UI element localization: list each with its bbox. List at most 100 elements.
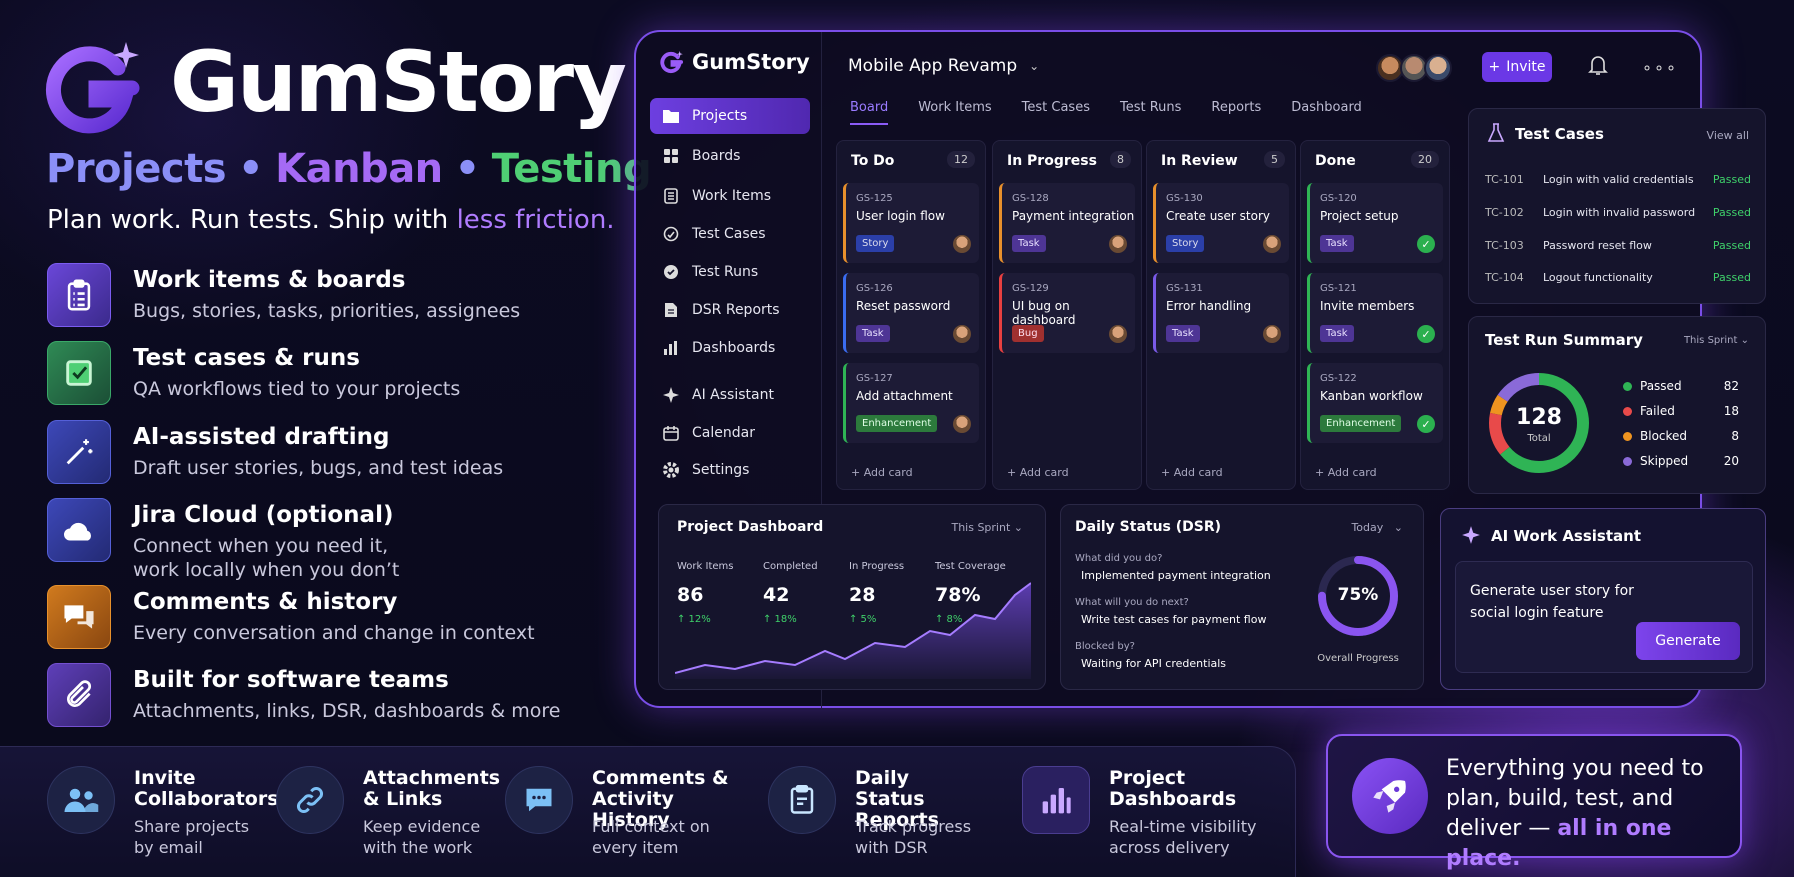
tagline-projects: Projects bbox=[46, 146, 227, 192]
kanban-column-done: Done 20 GS-120 Project setup Task ✓ GS-121 In… bbox=[1300, 140, 1450, 490]
column-title: To Do bbox=[851, 153, 895, 169]
check-icon: ✓ bbox=[1417, 235, 1435, 253]
project-selector[interactable]: Mobile App Revamp ⌄ bbox=[848, 56, 1039, 76]
tab-board[interactable]: Board bbox=[850, 100, 889, 125]
rocket-icon bbox=[1352, 758, 1428, 834]
app-logo-text: GumStory bbox=[692, 50, 810, 74]
dsr-question: Blocked by? bbox=[1075, 641, 1135, 652]
add-card-button[interactable]: + Add card bbox=[1315, 466, 1377, 479]
subtagline: Plan work. Run tests. Ship with less fri… bbox=[47, 205, 615, 235]
test-case-row[interactable]: TC-104 Logout functionality Passed bbox=[1485, 271, 1751, 284]
feature-title: Comments & history bbox=[133, 589, 398, 615]
sidebar-item-projects[interactable]: Projects bbox=[650, 98, 810, 134]
check-icon: ✓ bbox=[1417, 325, 1435, 343]
sidebar-item-calendar[interactable]: Calendar bbox=[650, 415, 810, 451]
sidebar-item-boards[interactable]: Boards bbox=[650, 138, 810, 174]
bell-icon[interactable] bbox=[1588, 54, 1608, 80]
tab-test-cases[interactable]: Test Cases bbox=[1022, 100, 1090, 125]
tagline-testing: Testing bbox=[491, 146, 652, 192]
sidebar-item-ai-assistant[interactable]: AI Assistant bbox=[650, 377, 810, 413]
sidebar-item-test-cases[interactable]: Test Cases bbox=[650, 216, 810, 252]
sprint-filter-select[interactable]: This Sprint ⌄ bbox=[951, 521, 1023, 534]
kanban-card[interactable]: GS-129 UI bug on dashboard Bug bbox=[999, 273, 1135, 353]
test-case-name: Logout functionality bbox=[1543, 271, 1653, 284]
feature-title: AI-assisted drafting bbox=[133, 424, 390, 450]
bottom-feature: Comments & Activity History Full context… bbox=[505, 764, 745, 864]
kanban-card[interactable]: GS-131 Error handling Task bbox=[1153, 273, 1289, 353]
view-all-link[interactable]: View all bbox=[1707, 129, 1749, 142]
test-case-row[interactable]: TC-103 Password reset flow Passed bbox=[1485, 239, 1751, 252]
bottom-feature-desc: Track progress with DSR bbox=[855, 817, 972, 857]
generate-button[interactable]: Generate bbox=[1636, 622, 1740, 660]
kanban-card[interactable]: GS-121 Invite members Task ✓ bbox=[1307, 273, 1443, 353]
cta-text: Everything you need to plan, build, test… bbox=[1446, 754, 1736, 874]
date-filter-select[interactable]: Today ⌄ bbox=[1351, 521, 1403, 534]
feature-desc: Bugs, stories, tasks, priorities, assign… bbox=[133, 300, 521, 322]
card-title: Project setup bbox=[1320, 209, 1399, 223]
bottom-feature: Invite Collaborators Share projects by e… bbox=[47, 764, 279, 864]
card-tag: Task bbox=[856, 325, 890, 342]
app-logo[interactable]: GumStory bbox=[660, 50, 810, 74]
sidebar-item-test-runs[interactable]: Test Runs bbox=[650, 254, 810, 290]
status-badge: Passed bbox=[1712, 239, 1751, 252]
kanban-card[interactable]: GS-120 Project setup Task ✓ bbox=[1307, 183, 1443, 263]
panel-title: Test Cases bbox=[1515, 125, 1604, 143]
tab-dashboard[interactable]: Dashboard bbox=[1291, 100, 1362, 125]
column-count: 20 bbox=[1411, 151, 1439, 168]
flask-icon bbox=[662, 225, 680, 243]
add-card-button[interactable]: + Add card bbox=[1007, 466, 1069, 479]
feature-desc: Attachments, links, DSR, dashboards & mo… bbox=[133, 700, 561, 722]
project-name: Mobile App Revamp bbox=[848, 56, 1018, 76]
cloud-icon bbox=[47, 498, 111, 562]
sidebar-item-dashboards[interactable]: Dashboards bbox=[650, 330, 810, 366]
add-card-button[interactable]: + Add card bbox=[851, 466, 913, 479]
legend-label: Failed bbox=[1640, 404, 1675, 418]
kanban-card[interactable]: GS-126 Reset password Task bbox=[843, 273, 979, 353]
test-case-id: TC-102 bbox=[1485, 206, 1524, 219]
kanban-card[interactable]: GS-127 Add attachment Enhancement bbox=[843, 363, 979, 443]
tab-reports[interactable]: Reports bbox=[1211, 100, 1261, 125]
bottom-feature-desc: Keep evidence with the work bbox=[363, 817, 481, 857]
sidebar-item-work-items[interactable]: Work Items bbox=[650, 178, 810, 214]
kanban-card[interactable]: GS-128 Payment integration Task bbox=[999, 183, 1135, 263]
kanban-card[interactable]: GS-125 User login flow Story bbox=[843, 183, 979, 263]
sprint-filter-select[interactable]: This Sprint ⌄ bbox=[1684, 335, 1749, 346]
sidebar-item-settings[interactable]: Settings bbox=[650, 452, 810, 488]
kanban-card[interactable]: GS-122 Kanban workflow Enhancement ✓ bbox=[1307, 363, 1443, 443]
test-case-row[interactable]: TC-102 Login with invalid password Passed bbox=[1485, 206, 1751, 219]
ai-prompt-input[interactable]: Generate user story for social login fea… bbox=[1455, 561, 1753, 673]
brand-logo-icon bbox=[44, 38, 144, 138]
legend-value: 82 bbox=[1723, 379, 1739, 393]
subtag-highlight: less friction. bbox=[456, 205, 615, 235]
sidebar-item-label: Dashboards bbox=[692, 340, 776, 356]
avatar[interactable] bbox=[1424, 54, 1452, 82]
invite-button[interactable]: + Invite bbox=[1482, 52, 1552, 82]
add-card-button[interactable]: + Add card bbox=[1161, 466, 1223, 479]
card-tag: Enhancement bbox=[1320, 415, 1402, 432]
stat-change: ↑ 8% bbox=[935, 614, 963, 625]
feature-title: Test cases & runs bbox=[133, 345, 360, 371]
filter-value: This Sprint bbox=[1683, 335, 1738, 346]
sidebar-item-dsr-reports[interactable]: DSR Reports bbox=[650, 292, 810, 328]
avatar bbox=[953, 235, 971, 253]
test-case-row[interactable]: TC-101 Login with valid credentials Passed bbox=[1485, 173, 1751, 186]
panel-title: Test Run Summary bbox=[1485, 331, 1643, 349]
clipboard-list-icon bbox=[47, 263, 111, 327]
feature-item: Jira Cloud (optional) Connect when you n… bbox=[47, 498, 617, 582]
sidebar-item-label: Boards bbox=[692, 148, 741, 164]
filter-value: This Sprint bbox=[951, 521, 1011, 534]
dsr-question: What will you do next? bbox=[1075, 597, 1189, 608]
sparkle-icon bbox=[1461, 525, 1481, 549]
tab-test-runs[interactable]: Test Runs bbox=[1120, 100, 1181, 125]
tab-work-items[interactable]: Work Items bbox=[918, 100, 991, 125]
test-case-name: Password reset flow bbox=[1543, 239, 1652, 252]
tagline-kanban: Kanban bbox=[275, 146, 443, 192]
card-tag: Task bbox=[1320, 325, 1354, 342]
card-key: GS-126 bbox=[856, 283, 893, 294]
more-options-icon[interactable]: ∘∘∘ bbox=[1642, 58, 1678, 77]
sidebar-item-label: Calendar bbox=[692, 425, 755, 441]
stat-change: ↑ 18% bbox=[763, 614, 797, 625]
ai-prompt-text: Generate user story for social login fea… bbox=[1470, 583, 1634, 621]
tagline-dot: • bbox=[454, 146, 481, 192]
kanban-card[interactable]: GS-130 Create user story Story bbox=[1153, 183, 1289, 263]
